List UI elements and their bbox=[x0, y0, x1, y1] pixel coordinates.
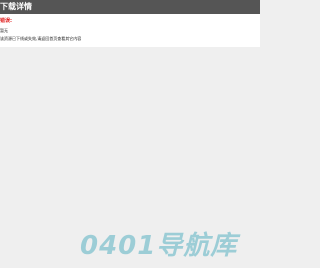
message-panel: 错误: 暂无 该资源已下线或失效,请返回首页查看其它内容 bbox=[0, 14, 260, 47]
message-line-1: 暂无 bbox=[0, 28, 8, 33]
message-line-2: 该资源已下线或失效,请返回首页查看其它内容 bbox=[0, 36, 82, 41]
title-bar: 下载详情 bbox=[0, 0, 260, 14]
error-heading: 错误: bbox=[0, 18, 12, 24]
page-title: 下载详情 bbox=[0, 2, 32, 11]
site-watermark: 0401导航库 bbox=[80, 231, 238, 261]
page: 下载详情 错误: 暂无 该资源已下线或失效,请返回首页查看其它内容 0401导航… bbox=[0, 0, 260, 268]
